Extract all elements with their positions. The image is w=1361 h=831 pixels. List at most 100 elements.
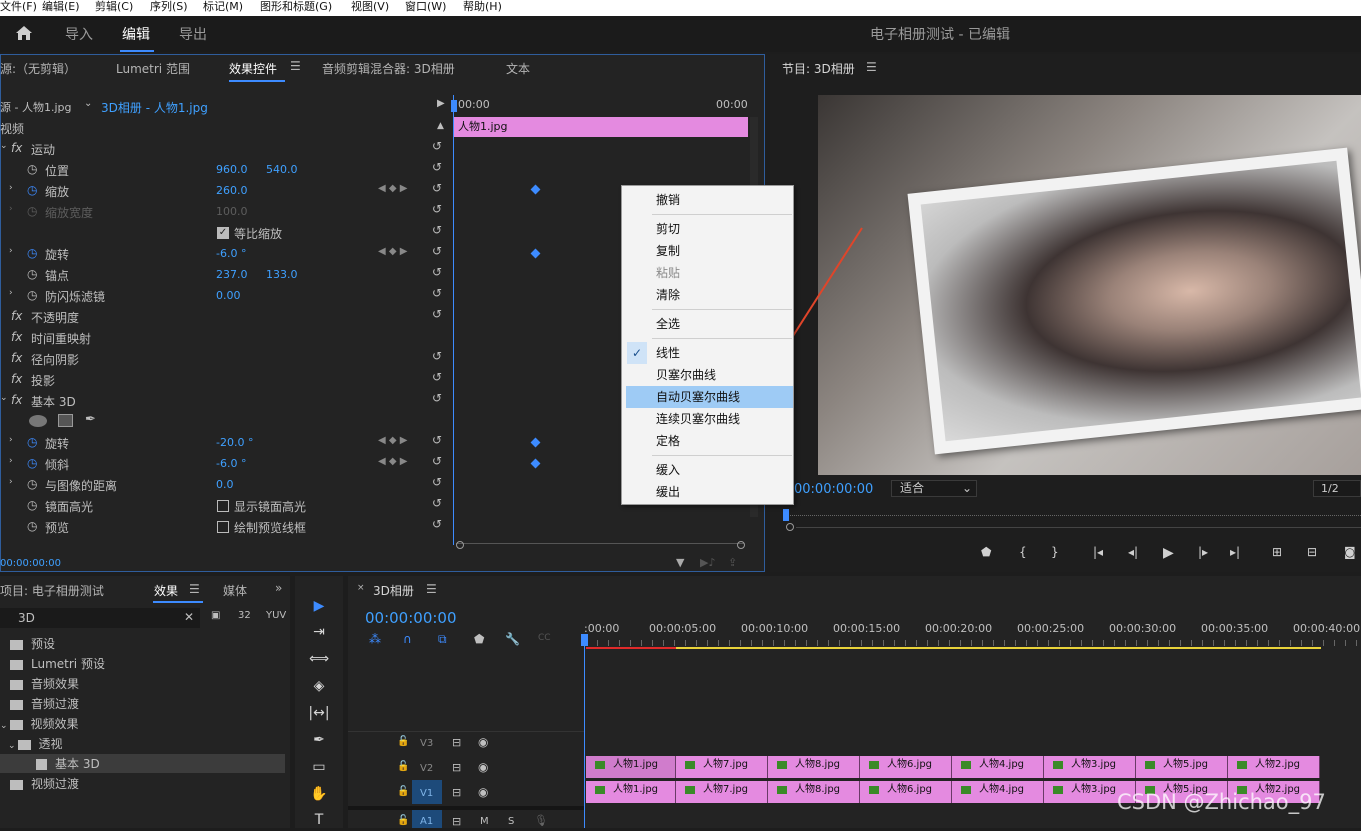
reset-icon[interactable]: ↺ bbox=[432, 266, 444, 278]
program-title[interactable]: 节目: 3D相册 bbox=[782, 60, 855, 77]
menu-copy[interactable]: 复制 bbox=[626, 240, 793, 262]
track-a1-label[interactable]: A1 bbox=[420, 816, 433, 827]
eye-icon[interactable]: ◉ bbox=[478, 785, 488, 799]
expand-icon[interactable]: › bbox=[9, 435, 13, 445]
fx-icon[interactable]: fx bbox=[11, 141, 22, 155]
tilt-value[interactable]: -6.0 ° bbox=[216, 457, 246, 470]
reset-icon[interactable]: ↺ bbox=[432, 287, 444, 299]
add-marker-icon[interactable]: ⬟ bbox=[981, 545, 991, 559]
stopwatch-icon[interactable]: ◷ bbox=[27, 477, 37, 491]
reset-icon[interactable]: ↺ bbox=[432, 224, 444, 236]
timeline-ruler[interactable] bbox=[586, 640, 1361, 646]
stopwatch-active-icon[interactable]: ◷ bbox=[27, 183, 37, 197]
ellipse-mask-icon[interactable] bbox=[29, 415, 47, 427]
clip-v1[interactable]: 人物6.jpg bbox=[860, 781, 952, 803]
workspace-edit[interactable]: 编辑 bbox=[122, 24, 150, 44]
menu-auto-bezier[interactable]: 自动贝塞尔曲线 bbox=[626, 386, 793, 408]
clip-v1[interactable]: 人物1.jpg bbox=[586, 781, 676, 803]
menu-clip[interactable]: 剪辑(C) bbox=[95, 0, 133, 14]
list-item[interactable]: ⌄ 透视 bbox=[8, 735, 63, 752]
stopwatch-active-icon[interactable]: ◷ bbox=[27, 246, 37, 260]
panel-menu-icon[interactable]: ☰ bbox=[189, 582, 200, 596]
more-tabs-icon[interactable]: » bbox=[275, 581, 282, 595]
tab-media[interactable]: 媒体 bbox=[223, 582, 247, 599]
stopwatch-icon[interactable]: ◷ bbox=[27, 267, 37, 281]
reset-icon[interactable]: ↺ bbox=[432, 392, 444, 404]
menu-linear[interactable]: 线性 bbox=[626, 342, 793, 364]
zoom-handle[interactable] bbox=[786, 523, 794, 531]
reset-icon[interactable]: ↺ bbox=[432, 455, 444, 467]
menu-graphics[interactable]: 图形和标题(G) bbox=[260, 0, 332, 14]
go-to-in-icon[interactable]: |◂ bbox=[1093, 545, 1103, 559]
source-clip-label[interactable]: 源 - 人物1.jpg bbox=[0, 99, 71, 115]
step-forward-icon[interactable]: |▸ bbox=[1198, 545, 1208, 559]
swivel-value[interactable]: -20.0 ° bbox=[216, 436, 253, 449]
collapse-icon[interactable]: ▲ bbox=[437, 121, 444, 131]
play-only-clip-icon[interactable]: ▶ bbox=[437, 98, 445, 109]
clip-v2[interactable]: 人物2.jpg bbox=[1228, 756, 1320, 778]
stopwatch-icon[interactable]: ◷ bbox=[27, 498, 37, 512]
lock-icon[interactable]: 🔓 bbox=[397, 786, 409, 797]
menu-ease-out[interactable]: 缓出 bbox=[626, 481, 793, 503]
sync-lock-icon[interactable]: ⊟ bbox=[452, 786, 461, 799]
workspace-import[interactable]: 导入 bbox=[65, 24, 93, 44]
menu-window[interactable]: 窗口(W) bbox=[405, 0, 446, 14]
menu-bezier[interactable]: 贝塞尔曲线 bbox=[626, 364, 793, 386]
tab-effects[interactable]: 效果 bbox=[154, 582, 178, 599]
list-item[interactable]: 预设 bbox=[10, 635, 55, 652]
anchor-x-value[interactable]: 237.0 bbox=[216, 268, 248, 281]
rectangle-tool-icon[interactable]: ▭ bbox=[308, 756, 330, 778]
mute-button[interactable]: M bbox=[480, 816, 489, 827]
reset-icon[interactable]: ↺ bbox=[432, 497, 444, 509]
home-icon[interactable] bbox=[15, 25, 33, 41]
list-item[interactable]: 视频过渡 bbox=[10, 775, 79, 792]
menu-paste[interactable]: 粘贴 bbox=[626, 262, 793, 284]
expand-icon[interactable]: › bbox=[9, 477, 13, 487]
keyframe-nav-icon[interactable]: ◀ ◆ ▶ bbox=[378, 456, 407, 467]
expand-icon[interactable]: › bbox=[9, 288, 13, 298]
clip-v2[interactable]: 人物3.jpg bbox=[1044, 756, 1136, 778]
expand-icon[interactable]: › bbox=[9, 246, 13, 256]
expand-icon[interactable]: › bbox=[9, 204, 13, 214]
fx-icon[interactable]: fx bbox=[11, 393, 22, 407]
menu-file[interactable]: 文件(F) bbox=[0, 0, 37, 14]
fit-dropdown[interactable]: 适合 ⌄ bbox=[891, 480, 977, 497]
expand-icon[interactable]: › bbox=[9, 456, 13, 466]
effects-search-input[interactable]: 3D ✕ bbox=[0, 608, 200, 628]
reset-icon[interactable]: ↺ bbox=[432, 371, 444, 383]
panel-menu-icon[interactable]: ☰ bbox=[866, 60, 877, 74]
menu-sequence[interactable]: 序列(S) bbox=[150, 0, 188, 14]
expand-motion-icon[interactable]: ⌄ bbox=[0, 141, 8, 151]
tab-effect-controls[interactable]: 效果控件 bbox=[229, 60, 277, 77]
ec-timecode[interactable]: 00:00:00:00 bbox=[0, 558, 61, 569]
program-video-frame[interactable] bbox=[818, 95, 1361, 475]
selection-tool-icon[interactable]: ▶ bbox=[308, 595, 330, 617]
list-item[interactable]: 音频效果 bbox=[10, 675, 79, 692]
track-select-tool-icon[interactable]: ⇥ bbox=[308, 621, 330, 643]
lock-icon[interactable]: 🔓 bbox=[397, 761, 409, 772]
keyframe-nav-icon[interactable]: ◀ ◆ ▶ bbox=[378, 246, 407, 257]
sync-lock-icon[interactable]: ⊟ bbox=[452, 736, 461, 749]
workspace-export[interactable]: 导出 bbox=[179, 24, 207, 44]
anchor-y-value[interactable]: 133.0 bbox=[266, 268, 298, 281]
reset-icon[interactable]: ↺ bbox=[432, 350, 444, 362]
pen-mask-icon[interactable]: ✒ bbox=[85, 412, 96, 427]
tab-project[interactable]: 项目: 电子相册测试 bbox=[0, 582, 104, 599]
reset-icon[interactable]: ↺ bbox=[432, 518, 444, 530]
program-timecode[interactable]: 00:00:00:00 bbox=[794, 482, 873, 497]
menu-hold[interactable]: 定格 bbox=[626, 430, 793, 452]
resolution-dropdown[interactable]: 1/2 bbox=[1313, 480, 1361, 497]
solo-button[interactable]: S bbox=[508, 816, 514, 827]
reset-icon[interactable]: ↺ bbox=[432, 308, 444, 320]
menu-select-all[interactable]: 全选 bbox=[626, 313, 793, 335]
panel-menu-icon[interactable]: ☰ bbox=[290, 59, 301, 73]
mark-in-icon[interactable]: { bbox=[1019, 545, 1027, 559]
tab-audio-mixer[interactable]: 音频剪辑混合器: 3D相册 bbox=[322, 60, 455, 77]
close-tab-icon[interactable]: × bbox=[357, 583, 365, 593]
sync-lock-icon[interactable]: ⊟ bbox=[452, 815, 461, 828]
reset-icon[interactable]: ↺ bbox=[432, 245, 444, 257]
sync-lock-icon[interactable]: ⊟ bbox=[452, 761, 461, 774]
expand-icon[interactable]: › bbox=[9, 183, 13, 193]
ec-clip-bar[interactable]: 人物1.jpg bbox=[454, 117, 748, 137]
lock-icon[interactable]: 🔓 bbox=[397, 815, 409, 826]
